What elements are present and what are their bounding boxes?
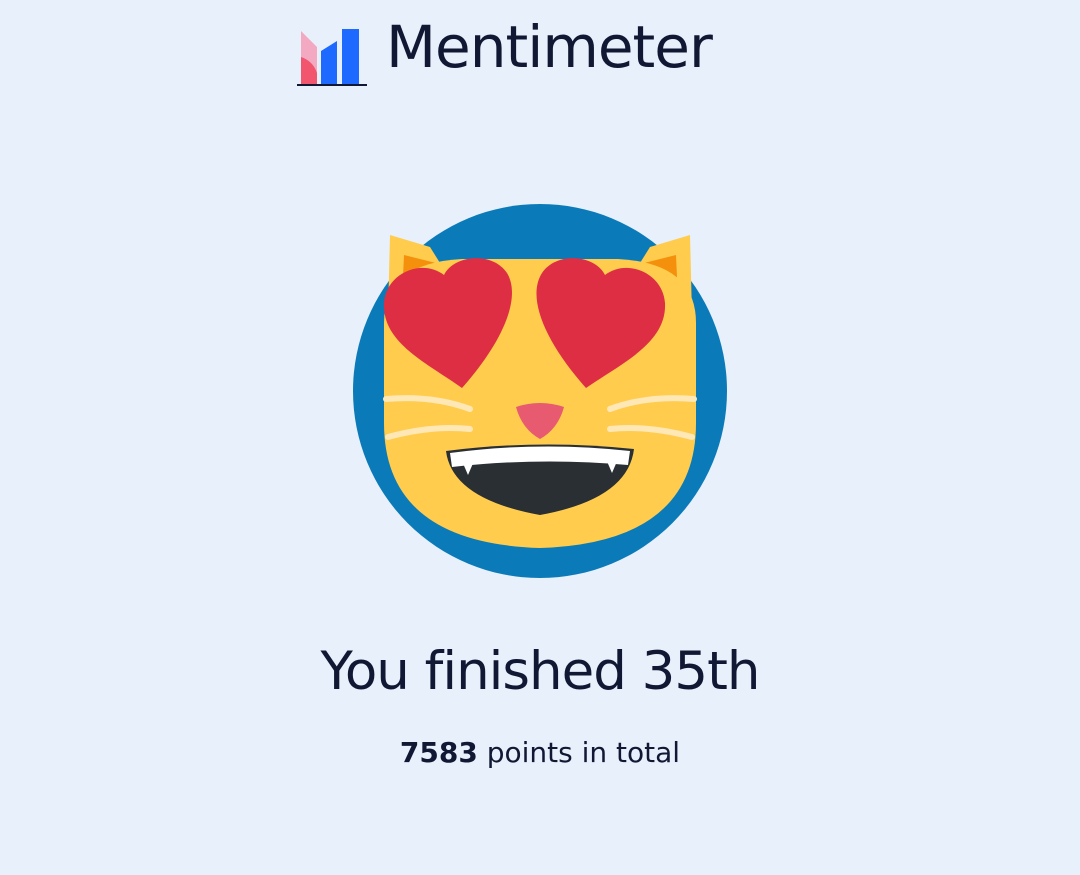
points-summary: 7583 points in total — [0, 735, 1080, 771]
header: Mentimeter — [0, 0, 1080, 120]
result-title: You finished 35th — [320, 641, 760, 702]
points-value: 7583 — [399, 736, 478, 769]
points-label: points in total — [486, 736, 681, 769]
brand-name: Mentimeter — [386, 13, 713, 81]
smiling-cat-heart-eyes-icon — [352, 203, 728, 579]
mentimeter-logo-icon — [297, 27, 367, 87]
